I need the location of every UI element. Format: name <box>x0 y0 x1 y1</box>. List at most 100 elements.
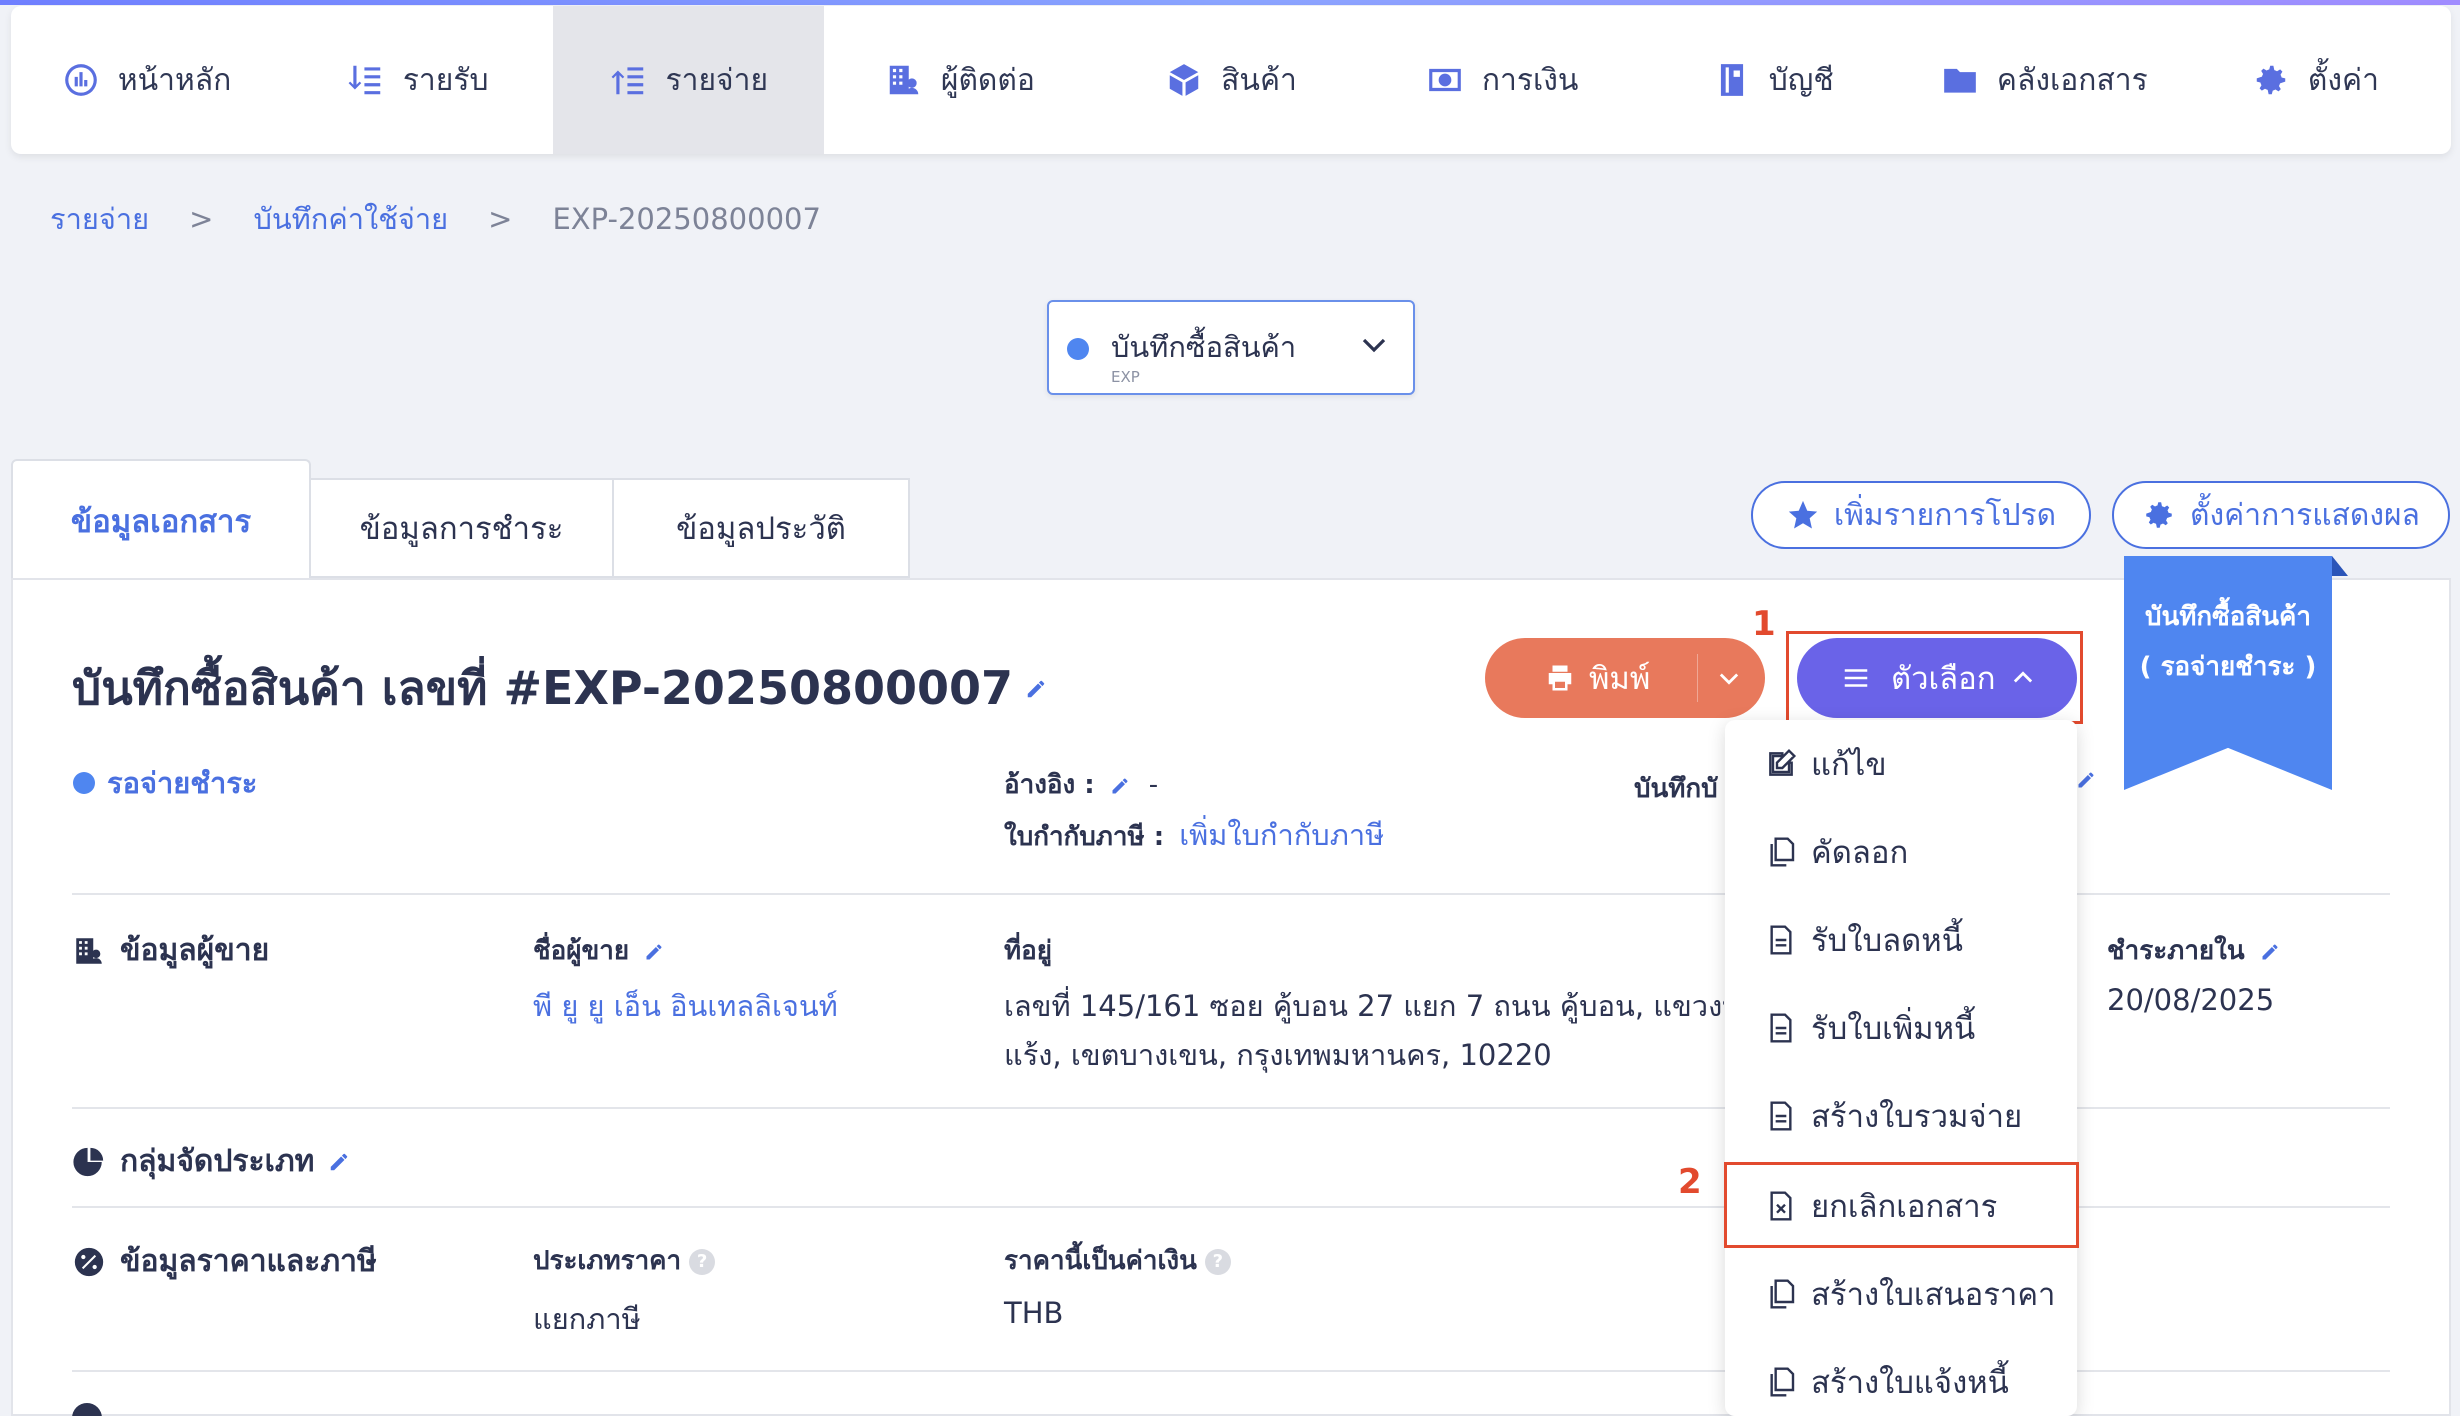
pencil-icon[interactable] <box>1025 678 1047 700</box>
vendor-section-heading: ข้อมูลผู้ขาย <box>72 927 269 974</box>
income-icon <box>348 65 381 95</box>
status-dot <box>73 772 95 794</box>
breadcrumb-current: EXP-20250800007 <box>552 202 821 236</box>
tab-label: ข้อมูลเอกสาร <box>70 504 252 540</box>
printer-icon <box>1548 665 1572 691</box>
top-accent-stripe <box>0 0 2460 5</box>
menu-item-label: รับใบเพิ่มหนี้ <box>1811 1011 1976 1047</box>
breadcrumb-expense-record[interactable]: บันทึกค่าใช้จ่าย <box>253 196 448 242</box>
nav-item-home[interactable]: หน้าหลัก <box>11 6 282 154</box>
pencil-icon[interactable] <box>644 942 664 962</box>
menu-item-copy[interactable]: คัดลอก <box>1725 808 2077 896</box>
due-label-text: ชำระภายใน <box>2107 936 2245 966</box>
print-button[interactable]: พิมพ์ <box>1485 638 1765 718</box>
price-type-label-text: ประเภทราคา <box>533 1246 682 1276</box>
help-icon[interactable]: ? <box>689 1248 716 1275</box>
vendor-name-label-text: ชื่อผู้ขาย <box>533 936 630 966</box>
nav-item-finance[interactable]: การเงิน <box>1367 6 1638 154</box>
ribbon-line1: บันทึกซื้อสินค้า <box>2144 602 2312 632</box>
add-favorite-label: เพิ่มรายการโปรด <box>1833 497 2057 533</box>
vendor-name-link[interactable]: พี ยู ยู เอ็น อินเทลลิเจนท์ <box>533 983 838 1029</box>
add-favorite-button[interactable]: เพิ่มรายการโปรด <box>1751 481 2091 549</box>
copy-icon <box>1770 837 1795 867</box>
breadcrumb-separator: > <box>488 202 513 236</box>
vendor-name-label: ชื่อผู้ขาย <box>533 930 664 971</box>
nav-label: คลังเอกสาร <box>1996 62 2148 98</box>
menu-item-edit[interactable]: แก้ไข <box>1725 720 2077 808</box>
chevron-down-icon[interactable] <box>1715 664 1743 692</box>
add-tax-invoice-link[interactable]: เพิ่มใบกำกับภาษี <box>1179 818 1384 852</box>
nav-label: รายจ่าย <box>665 62 769 98</box>
currency-value: THB <box>1004 1296 1064 1330</box>
nav-item-contacts[interactable]: ผู้ติดต่อ <box>824 6 1095 154</box>
page-title: บันทึกซื้อสินค้า เลขที่ #EXP-20250800007 <box>72 652 1047 725</box>
pencil-icon[interactable] <box>2260 942 2280 962</box>
record-label-partial: บันทึกบั <box>1634 774 1718 804</box>
display-settings-button[interactable]: ตั้งค่าการแสดงผล <box>2112 481 2450 549</box>
tab-payment-info[interactable]: ข้อมูลการชำระ <box>309 478 614 578</box>
category-section-heading: กลุ่มจัดประเภท <box>72 1138 350 1185</box>
menu-item-label: สร้างใบรวมจ่าย <box>1811 1099 2023 1135</box>
breadcrumb-separator: > <box>189 202 214 236</box>
nav-label: บัญชี <box>1768 62 1834 98</box>
status-text: รอจ่ายชำระ <box>107 766 258 800</box>
nav-item-documents[interactable]: คลังเอกสาร <box>1909 6 2180 154</box>
edit-icon <box>1769 748 1797 776</box>
nav-item-products[interactable]: สินค้า <box>1095 6 1366 154</box>
address-label: ที่อยู่ <box>1004 936 1052 966</box>
pencil-icon[interactable] <box>1110 776 1130 796</box>
dashboard-icon <box>64 64 97 96</box>
nav-label: หน้าหลัก <box>117 62 232 98</box>
due-label: ชำระภายใน <box>2107 930 2280 971</box>
menu-item-create-quotation[interactable]: สร้างใบเสนอราคา <box>1725 1250 2077 1338</box>
document-type-select[interactable]: บันทึกซื้อสินค้า EXP <box>1047 300 1415 395</box>
contacts-icon <box>889 65 919 95</box>
menu-item-receive-debit-note[interactable]: รับใบเพิ่มหนี้ <box>1725 984 2077 1072</box>
nav-label: ผู้ติดต่อ <box>940 62 1035 98</box>
highlight-box-step1 <box>1786 631 2083 724</box>
nav-label: สินค้า <box>1221 62 1297 98</box>
highlight-box-step2 <box>1724 1162 2079 1248</box>
menu-item-label: คัดลอก <box>1811 835 1909 871</box>
document-icon <box>1770 925 1792 955</box>
nav-item-income[interactable]: รายรับ <box>282 6 553 154</box>
folder-icon <box>1944 68 1976 93</box>
menu-item-label: รับใบลดหนี้ <box>1811 923 1963 959</box>
ribbon-fold <box>2332 556 2348 576</box>
breadcrumb: รายจ่าย > บันทึกค่าใช้จ่าย > EXP-2025080… <box>50 196 821 242</box>
pencil-icon[interactable] <box>2076 770 2096 790</box>
gear-icon <box>2256 65 2286 95</box>
nav-item-settings[interactable]: ตั้งค่า <box>2180 6 2451 154</box>
pie-chart-icon <box>73 1147 104 1176</box>
nav-item-expense[interactable]: รายจ่าย <box>553 6 825 154</box>
pencil-icon[interactable] <box>328 1151 350 1173</box>
document-icon <box>1770 1013 1792 1043</box>
tab-history-info[interactable]: ข้อมูลประวัติ <box>612 478 910 578</box>
reference-value: - <box>1148 770 1159 800</box>
document-type-label: บันทึกซื้อสินค้า <box>1111 330 1297 364</box>
address-line2: แร้ง, เขตบางเขน, กรุงเทพมหานคร, 10220 <box>1004 1038 1552 1072</box>
main-navbar: หน้าหลัก รายรับ รายจ่าย ผู้ติดต่อ สินค้า… <box>11 6 2451 154</box>
menu-item-receive-credit-note[interactable]: รับใบลดหนี้ <box>1725 896 2077 984</box>
copy-icon <box>1770 1279 1795 1309</box>
tab-label: ข้อมูลการชำระ <box>359 511 564 547</box>
category-section-label: กลุ่มจัดประเภท <box>120 1144 315 1179</box>
breadcrumb-expense[interactable]: รายจ่าย <box>50 196 149 242</box>
due-date-value: 20/08/2025 <box>2107 983 2275 1017</box>
gear-icon <box>2146 502 2172 528</box>
menu-item-label: สร้างใบแจ้งหนี้ <box>1811 1365 2009 1401</box>
money-icon <box>1428 68 1461 92</box>
product-box-icon <box>1169 64 1199 96</box>
tab-document-info[interactable]: ข้อมูลเอกสาร <box>11 459 311 581</box>
menu-item-create-invoice[interactable]: สร้างใบแจ้งหนี้ <box>1725 1338 2077 1416</box>
tab-label: ข้อมูลประวัติ <box>676 511 846 547</box>
options-dropdown-menu: แก้ไข คัดลอก รับใบลดหนี้ รับใบเพิ่มหนี้ … <box>1725 720 2077 1416</box>
expense-icon <box>611 67 643 95</box>
nav-item-accounting[interactable]: บัญชี <box>1638 6 1909 154</box>
price-type-label: ประเภทราคา? <box>533 1240 716 1281</box>
menu-item-create-combined-payment[interactable]: สร้างใบรวมจ่าย <box>1725 1072 2077 1160</box>
reference-label-text: อ้างอิง : <box>1004 770 1095 800</box>
step-number-1: 1 <box>1752 604 1776 644</box>
pricing-section-heading: ข้อมูลราคาและภาษี <box>72 1238 377 1285</box>
help-icon[interactable]: ? <box>1204 1248 1231 1275</box>
